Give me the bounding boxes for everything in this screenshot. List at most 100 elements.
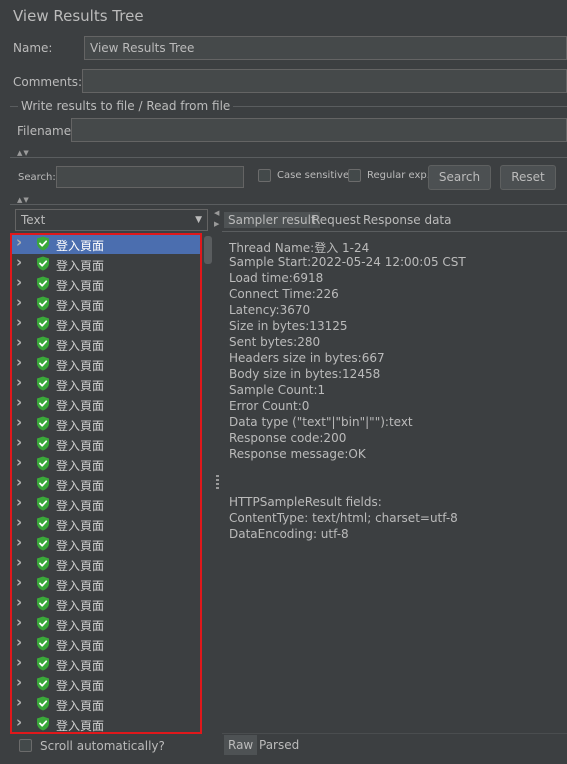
success-shield-icon [37, 616, 49, 631]
chevron-right-icon[interactable]: › [16, 313, 22, 331]
tree-row[interactable]: › 登入頁面 [11, 413, 202, 434]
tree-row[interactable]: › 登入頁面 [11, 633, 202, 654]
tree-row[interactable]: › 登入頁面 [11, 673, 202, 694]
tree-row-label: 登入頁面 [56, 279, 105, 293]
chevron-right-icon[interactable]: › [16, 393, 22, 411]
result-line: DataEncoding: utf-8 [229, 527, 349, 541]
tab-request[interactable]: Request [312, 212, 361, 228]
chevron-right-icon[interactable]: › [16, 273, 22, 291]
chevron-right-icon[interactable]: › [16, 513, 22, 531]
chevron-right-icon[interactable]: › [16, 653, 22, 671]
name-field[interactable]: View Results Tree [84, 36, 567, 60]
result-line: Size in bytes:13125 [229, 319, 348, 333]
search-button[interactable]: Search [428, 165, 491, 190]
tree-row[interactable]: › 登入頁面 [11, 713, 202, 734]
tree-scrollbar[interactable] [204, 236, 212, 264]
results-tree[interactable]: › 登入頁面 › 登入頁面 › 登入頁面 › 登入頁面 › 登入頁面 › 登入頁面 › 登入頁面 › 登入頁面… [11, 234, 202, 734]
regular-exp-checkbox[interactable] [348, 169, 361, 182]
chevron-right-icon[interactable]: › [16, 473, 22, 491]
tree-row[interactable]: › 登入頁面 [11, 573, 202, 594]
chevron-right-icon[interactable]: › [16, 573, 22, 591]
chevron-right-icon[interactable]: › [16, 593, 22, 611]
chevron-right-icon[interactable]: › [16, 453, 22, 471]
success-shield-icon [37, 516, 49, 531]
tree-row[interactable]: › 登入頁面 [11, 453, 202, 474]
tree-row[interactable]: › 登入頁面 [11, 473, 202, 494]
tree-row[interactable]: › 登入頁面 [11, 293, 202, 314]
tree-row-label: 登入頁面 [56, 519, 105, 533]
tab-response-data[interactable]: Response data [363, 212, 451, 228]
tree-row[interactable]: › 登入頁面 [11, 553, 202, 574]
comments-field[interactable] [82, 69, 567, 93]
vertical-splitter[interactable]: ◀ ▶ [214, 209, 221, 729]
tree-row-label: 登入頁面 [56, 579, 105, 593]
result-line: Response code:200 [229, 431, 347, 445]
tree-row-label: 登入頁面 [56, 479, 105, 493]
chevron-right-icon[interactable]: › [16, 553, 22, 571]
tree-row[interactable]: › 登入頁面 [11, 653, 202, 674]
success-shield-icon [37, 316, 49, 331]
comments-label: Comments: [13, 75, 83, 89]
tree-row[interactable]: › 登入頁面 [11, 693, 202, 714]
success-shield-icon [37, 556, 49, 571]
case-sensitive-checkbox[interactable] [258, 169, 271, 182]
splitter-grip-icon [216, 475, 219, 489]
tree-row-label: 登入頁面 [56, 659, 105, 673]
tree-row-label: 登入頁面 [56, 459, 105, 473]
tree-row[interactable]: › 登入頁面 [11, 513, 202, 534]
chevron-right-icon[interactable]: › [16, 293, 22, 311]
success-shield-icon [37, 476, 49, 491]
tree-row[interactable]: › 登入頁面 [11, 613, 202, 634]
splitter-toggle-icon[interactable]: ▲▼ [17, 149, 30, 157]
reset-button[interactable]: Reset [500, 165, 556, 190]
success-shield-icon [37, 676, 49, 691]
tab-raw[interactable]: Raw [224, 735, 258, 755]
scroll-auto-checkbox[interactable] [19, 739, 32, 752]
success-shield-icon [37, 536, 49, 551]
chevron-right-icon[interactable]: › [16, 633, 22, 651]
tree-row[interactable]: › 登入頁面 [11, 393, 202, 414]
tree-row[interactable]: › 登入頁面 [11, 333, 202, 354]
tree-row[interactable]: › 登入頁面 [11, 353, 202, 374]
chevron-right-icon[interactable]: › [16, 373, 22, 391]
tree-row[interactable]: › 登入頁面 [11, 273, 202, 294]
tree-row[interactable]: › 登入頁面 [11, 373, 202, 394]
search-input[interactable] [56, 166, 244, 188]
success-shield-icon [37, 296, 49, 311]
splitter-toggle-icon-2[interactable]: ▲▼ [17, 196, 30, 204]
tree-row[interactable]: › 登入頁面 [11, 313, 202, 334]
chevron-right-icon[interactable]: › [16, 234, 22, 251]
renderer-select[interactable]: Text ▼ [15, 209, 208, 231]
tree-row[interactable]: › 登入頁面 [11, 593, 202, 614]
sampler-result-panel: Thread Name:登入 1-24 Sample Start:2022-05-… [222, 232, 567, 732]
chevron-right-icon[interactable]: › [16, 673, 22, 691]
window-title: View Results Tree [13, 7, 144, 25]
success-shield-icon [37, 416, 49, 431]
splitter-arrow-right-icon: ▶ [214, 220, 220, 228]
tree-row-label: 登入頁面 [56, 379, 105, 393]
result-line: Thread Name:登入 1-24 [229, 241, 370, 255]
chevron-right-icon[interactable]: › [16, 253, 22, 271]
tree-row[interactable]: › 登入頁面 [11, 234, 202, 254]
tree-row[interactable]: › 登入頁面 [11, 253, 202, 274]
chevron-right-icon[interactable]: › [16, 353, 22, 371]
chevron-right-icon[interactable]: › [16, 333, 22, 351]
tab-sampler-result[interactable]: Sampler result [224, 212, 320, 228]
chevron-right-icon[interactable]: › [16, 533, 22, 551]
result-line: Body size in bytes:12458 [229, 367, 381, 381]
success-shield-icon [37, 456, 49, 471]
chevron-right-icon[interactable]: › [16, 713, 22, 731]
chevron-right-icon[interactable]: › [16, 413, 22, 431]
success-shield-icon [37, 656, 49, 671]
tree-row[interactable]: › 登入頁面 [11, 493, 202, 514]
tree-row-label: 登入頁面 [56, 719, 105, 733]
tree-row[interactable]: › 登入頁面 [11, 533, 202, 554]
filename-field[interactable] [71, 118, 567, 142]
chevron-right-icon[interactable]: › [16, 613, 22, 631]
chevron-right-icon[interactable]: › [16, 493, 22, 511]
chevron-right-icon[interactable]: › [16, 693, 22, 711]
tab-parsed[interactable]: Parsed [259, 735, 299, 755]
regular-exp-label: Regular exp. [367, 170, 430, 181]
chevron-right-icon[interactable]: › [16, 433, 22, 451]
tree-row[interactable]: › 登入頁面 [11, 433, 202, 454]
